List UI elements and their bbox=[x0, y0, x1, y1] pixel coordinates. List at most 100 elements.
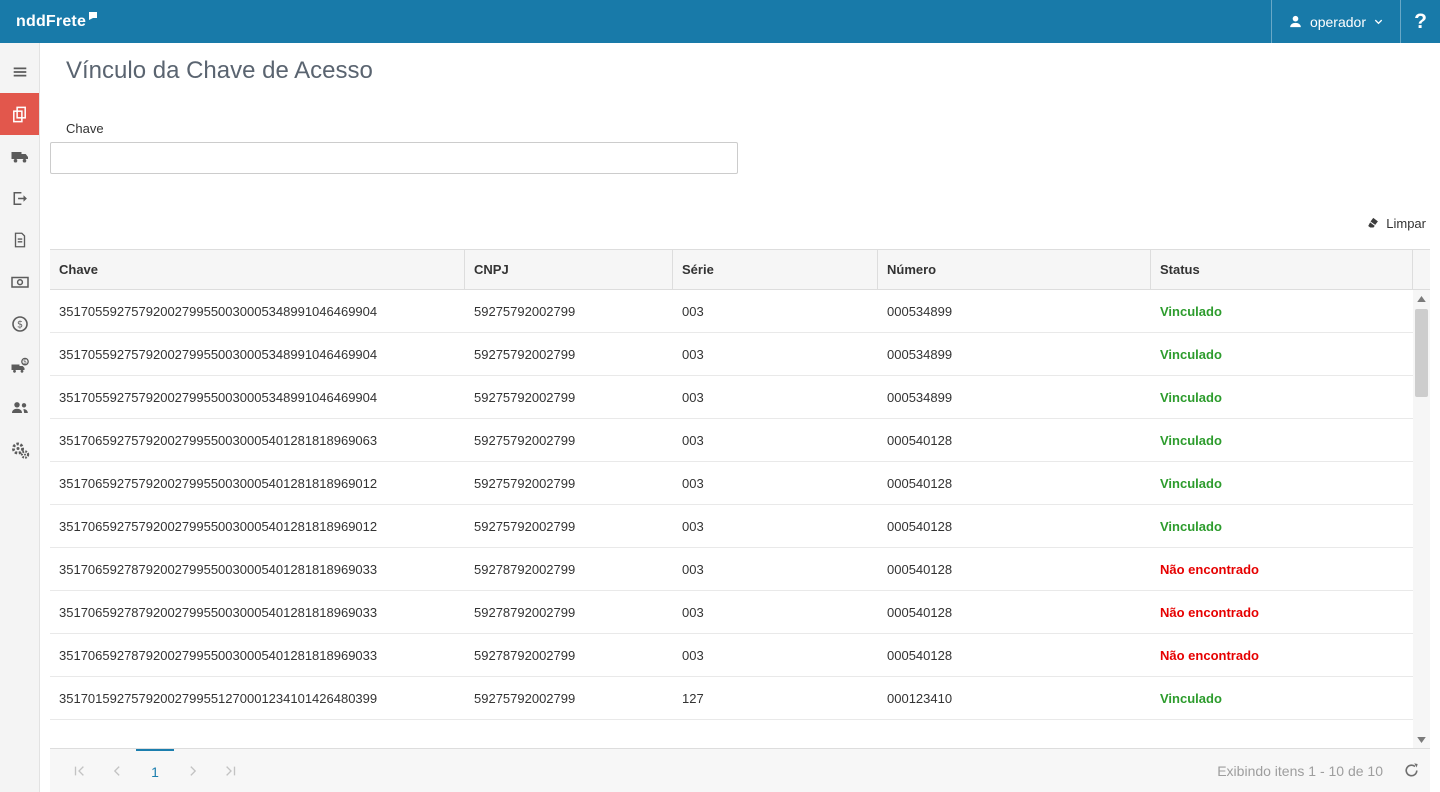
next-page-button[interactable] bbox=[174, 749, 212, 792]
table-row[interactable]: 3517065927879200279955003000540128181896… bbox=[50, 634, 1413, 677]
cell-status: Vinculado bbox=[1151, 677, 1413, 719]
table-row[interactable]: 3517065927579200279955003000540128181896… bbox=[50, 505, 1413, 548]
main-content: Vínculo da Chave de Acesso Chave Limpar … bbox=[40, 43, 1440, 792]
truck-money-icon: $ bbox=[10, 356, 30, 376]
svg-text:$: $ bbox=[23, 360, 27, 366]
user-icon bbox=[1288, 14, 1303, 29]
cell-serie: 003 bbox=[673, 462, 878, 504]
cell-chave: 3517065927879200279955003000540128181896… bbox=[50, 548, 465, 590]
cell-serie: 003 bbox=[673, 376, 878, 418]
scroll-down-icon[interactable] bbox=[1413, 731, 1430, 748]
page-number-1[interactable]: 1 bbox=[136, 749, 174, 792]
cell-chave: 3517065927579200279955003000540128181896… bbox=[50, 419, 465, 461]
cell-status: Vinculado bbox=[1151, 419, 1413, 461]
table-row[interactable]: 3517065927579200279955003000540128181896… bbox=[50, 462, 1413, 505]
column-header-serie[interactable]: Série bbox=[673, 250, 878, 289]
cell-status: Vinculado bbox=[1151, 462, 1413, 504]
sidebar-item-users[interactable] bbox=[0, 387, 39, 429]
grid-body: 3517055927579200279955003000534899104646… bbox=[50, 290, 1430, 748]
cell-status: Vinculado bbox=[1151, 505, 1413, 547]
table-row[interactable]: 3517065927579200279955003000540128181896… bbox=[50, 419, 1413, 462]
table-row[interactable]: 3517055927579200279955003000534899104646… bbox=[50, 333, 1413, 376]
grid-toolbar: Limpar bbox=[50, 214, 1430, 233]
cell-numero: 000540128 bbox=[878, 419, 1151, 461]
cell-numero: 000540128 bbox=[878, 591, 1151, 633]
hamburger-icon bbox=[11, 63, 29, 81]
cell-numero: 000540128 bbox=[878, 462, 1151, 504]
cell-serie: 003 bbox=[673, 505, 878, 547]
topbar: nddFrete operador ? bbox=[0, 0, 1440, 43]
column-header-status[interactable]: Status bbox=[1151, 250, 1413, 289]
scrollbar-track[interactable] bbox=[1413, 307, 1430, 731]
clear-button-label: Limpar bbox=[1386, 216, 1426, 231]
user-menu[interactable]: operador bbox=[1271, 0, 1400, 43]
gears-icon bbox=[10, 440, 30, 460]
column-header-cnpj[interactable]: CNPJ bbox=[465, 250, 673, 289]
sidebar: $ $ bbox=[0, 43, 40, 792]
vertical-scrollbar[interactable] bbox=[1413, 290, 1430, 748]
table-row[interactable]: 3517065927879200279955003000540128181896… bbox=[50, 591, 1413, 634]
sidebar-item-banknote[interactable] bbox=[0, 261, 39, 303]
cell-serie: 003 bbox=[673, 548, 878, 590]
cell-cnpj: 59278792002799 bbox=[465, 548, 673, 590]
table-row[interactable]: 3517065927879200279955003000540128181896… bbox=[50, 548, 1413, 591]
cell-chave: 3517055927579200279955003000534899104646… bbox=[50, 376, 465, 418]
sidebar-item-menu-toggle[interactable] bbox=[0, 51, 39, 93]
column-header-chave[interactable]: Chave bbox=[50, 250, 465, 289]
grid-header: Chave CNPJ Série Número Status bbox=[50, 249, 1430, 290]
sidebar-item-settings[interactable] bbox=[0, 429, 39, 471]
cell-chave: 3517055927579200279955003000534899104646… bbox=[50, 290, 465, 332]
table-row[interactable]: 3517015927579200279955127000123410142648… bbox=[50, 677, 1413, 720]
refresh-icon[interactable] bbox=[1403, 762, 1420, 779]
cell-status: Não encontrado bbox=[1151, 634, 1413, 676]
cell-status: Vinculado bbox=[1151, 376, 1413, 418]
sidebar-item-truck-money[interactable]: $ bbox=[0, 345, 39, 387]
user-label: operador bbox=[1310, 14, 1366, 30]
first-page-button[interactable] bbox=[60, 749, 98, 792]
header-scrollbar-spacer bbox=[1413, 250, 1430, 289]
cell-cnpj: 59275792002799 bbox=[465, 290, 673, 332]
cell-numero: 000123410 bbox=[878, 677, 1151, 719]
cell-status: Não encontrado bbox=[1151, 591, 1413, 633]
chevron-down-icon bbox=[1373, 16, 1384, 27]
cell-numero: 000540128 bbox=[878, 505, 1151, 547]
scroll-up-icon[interactable] bbox=[1413, 290, 1430, 307]
chave-input[interactable] bbox=[50, 142, 738, 174]
cell-serie: 003 bbox=[673, 419, 878, 461]
sidebar-item-document[interactable] bbox=[0, 219, 39, 261]
cell-serie: 003 bbox=[673, 634, 878, 676]
dollar-circle-icon: $ bbox=[10, 314, 30, 334]
cell-status: Vinculado bbox=[1151, 333, 1413, 375]
export-icon bbox=[10, 189, 29, 208]
cell-chave: 3517015927579200279955127000123410142648… bbox=[50, 677, 465, 719]
cell-chave: 3517065927579200279955003000540128181896… bbox=[50, 462, 465, 504]
cell-chave: 3517055927579200279955003000534899104646… bbox=[50, 333, 465, 375]
cell-cnpj: 59275792002799 bbox=[465, 376, 673, 418]
truck-icon bbox=[10, 146, 30, 166]
sidebar-item-dollar[interactable]: $ bbox=[0, 303, 39, 345]
cell-cnpj: 59275792002799 bbox=[465, 677, 673, 719]
sidebar-item-truck[interactable] bbox=[0, 135, 39, 177]
cell-numero: 000534899 bbox=[878, 290, 1151, 332]
users-icon bbox=[10, 398, 30, 418]
cell-cnpj: 59275792002799 bbox=[465, 333, 673, 375]
cell-chave: 3517065927579200279955003000540128181896… bbox=[50, 505, 465, 547]
cell-cnpj: 59275792002799 bbox=[465, 462, 673, 504]
table-row[interactable]: 3517055927579200279955003000534899104646… bbox=[50, 290, 1413, 333]
table-row[interactable]: 3517055927579200279955003000534899104646… bbox=[50, 376, 1413, 419]
cell-status: Vinculado bbox=[1151, 290, 1413, 332]
last-page-button[interactable] bbox=[212, 749, 250, 792]
cell-cnpj: 59278792002799 bbox=[465, 591, 673, 633]
documents-icon bbox=[10, 105, 29, 124]
sidebar-item-export[interactable] bbox=[0, 177, 39, 219]
sidebar-item-access-key[interactable] bbox=[0, 93, 39, 135]
cell-cnpj: 59275792002799 bbox=[465, 419, 673, 461]
cell-numero: 000534899 bbox=[878, 376, 1151, 418]
help-button[interactable]: ? bbox=[1400, 0, 1440, 43]
prev-page-button[interactable] bbox=[98, 749, 136, 792]
cell-serie: 003 bbox=[673, 333, 878, 375]
cell-status: Não encontrado bbox=[1151, 548, 1413, 590]
clear-button[interactable]: Limpar bbox=[1361, 214, 1430, 233]
scrollbar-thumb[interactable] bbox=[1415, 309, 1428, 397]
column-header-numero[interactable]: Número bbox=[878, 250, 1151, 289]
